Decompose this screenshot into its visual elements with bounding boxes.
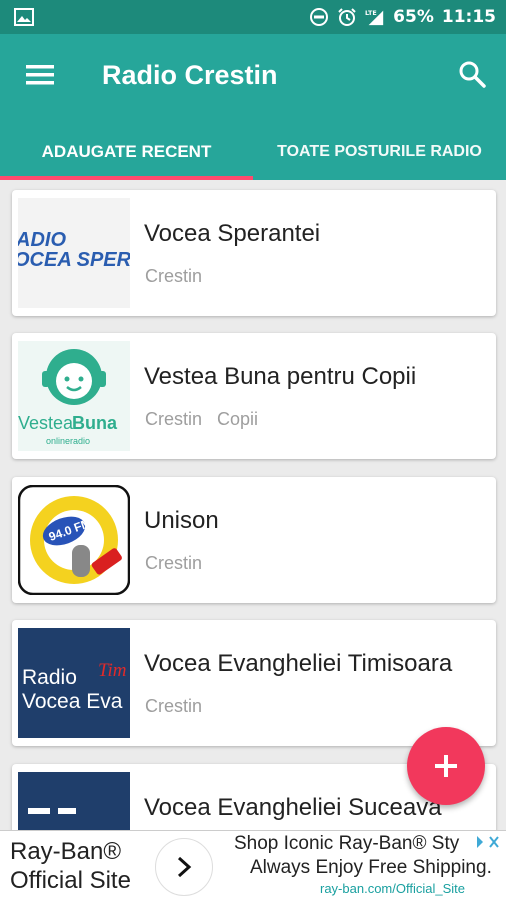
ad-banner[interactable]: Ray-Ban® Official Site Shop Iconic Ray-B…	[0, 830, 506, 900]
station-logo	[18, 772, 130, 830]
tab-adaugate-recent[interactable]: ADAUGATE RECENT	[0, 124, 253, 180]
ad-description: Always Enjoy Free Shipping.	[250, 857, 492, 878]
station-name: Unison	[144, 507, 219, 534]
do-not-disturb-icon	[310, 8, 329, 26]
add-station-button[interactable]	[407, 727, 485, 805]
station-tag: Crestin	[145, 409, 203, 429]
ad-open-button[interactable]	[155, 838, 213, 896]
station-tag: Crestin	[145, 553, 203, 573]
svg-text:onlineradio: onlineradio	[46, 436, 90, 446]
station-card[interactable]: 94.0 FM Unison Crestin	[12, 477, 496, 603]
station-logo: Radio Vocea Eva Tim	[18, 628, 130, 738]
station-name: Vocea Evangheliei Suceava	[144, 794, 442, 821]
svg-text:Radio: Radio	[22, 666, 77, 689]
station-logo: ADIO OCEA SPER	[18, 198, 130, 308]
lte-signal-icon: LTE	[365, 10, 384, 26]
ad-brand: Ray-Ban® Official Site	[10, 838, 131, 894]
svg-text:Tim: Tim	[98, 660, 127, 681]
svg-text:ADIO: ADIO	[18, 229, 66, 251]
station-name: Vestea Buna pentru Copii	[144, 363, 417, 390]
station-card[interactable]: Radio Vocea Eva Tim Vocea Evangheliei Ti…	[12, 620, 496, 746]
station-tags: Crestin Copii	[145, 409, 268, 430]
app-bar: Radio Crestin ADAUGATE RECENT TOATE POST…	[0, 34, 506, 180]
station-tag: Crestin	[145, 696, 203, 716]
image-notification-icon	[14, 8, 34, 26]
svg-text:Vocea Eva: Vocea Eva	[22, 690, 123, 713]
station-logo: Vestea Buna onlineradio	[18, 341, 130, 451]
station-tags: Crestin	[145, 696, 212, 717]
station-logo: 94.0 FM	[18, 485, 130, 595]
station-tags: Crestin	[145, 266, 212, 287]
ad-url: ray-ban.com/Official_Site	[320, 881, 465, 896]
station-name: Vocea Evangheliei Timisoara	[144, 650, 453, 677]
svg-text:OCEA SPER: OCEA SPER	[18, 249, 130, 271]
app-title: Radio Crestin	[102, 60, 278, 90]
tab-toate-posturile[interactable]: TOATE POSTURILE RADIO	[253, 124, 506, 180]
station-name: Vocea Sperantei	[144, 220, 321, 247]
svg-text:LTE: LTE	[365, 10, 377, 17]
plus-icon	[435, 755, 457, 777]
station-card[interactable]: Vestea Buna onlineradio Vestea Buna pent…	[12, 333, 496, 459]
chevron-right-icon	[177, 856, 192, 878]
station-tags: Crestin	[145, 553, 212, 574]
clock: 11:15	[441, 7, 496, 27]
tab-bar: ADAUGATE RECENT TOATE POSTURILE RADIO	[0, 124, 506, 180]
status-bar: LTE 65% 11:15	[0, 0, 506, 34]
station-tag: Crestin	[145, 266, 203, 286]
ad-headline: Shop Iconic Ray-Ban® Sty	[234, 833, 460, 854]
station-card[interactable]: ADIO OCEA SPER Vocea Sperantei Crestin	[12, 190, 496, 316]
ad-choices-icon[interactable]	[474, 833, 502, 851]
svg-text:Vestea: Vestea	[18, 413, 74, 433]
station-tag: Copii	[217, 409, 259, 429]
hamburger-menu-icon[interactable]	[26, 64, 54, 86]
search-icon[interactable]	[458, 60, 486, 88]
alarm-icon	[338, 8, 356, 26]
svg-text:Buna: Buna	[72, 413, 118, 433]
battery-level: 65%	[393, 7, 434, 27]
